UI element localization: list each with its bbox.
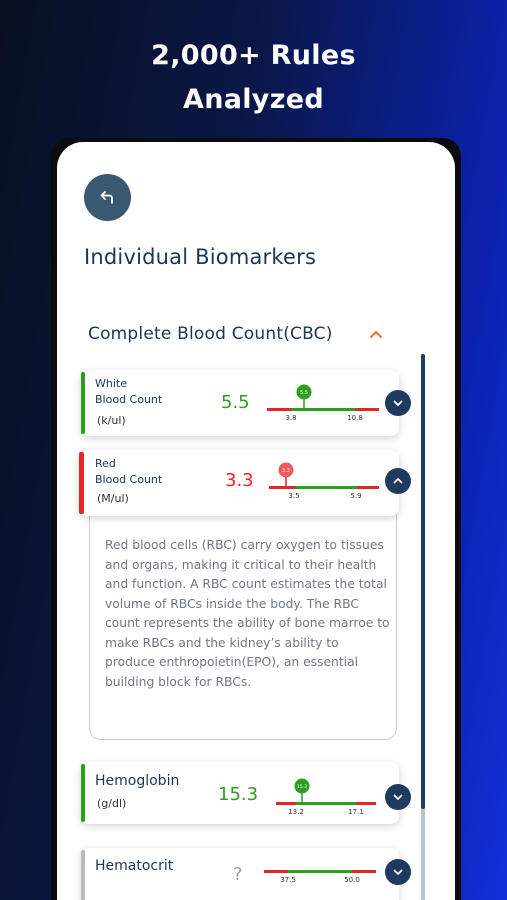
biomarker-unit: (g/dl)	[97, 797, 127, 810]
name-line2: Blood Count	[95, 473, 163, 486]
page-title: Individual Biomarkers	[84, 245, 317, 269]
biomarker-value: 3.3	[225, 470, 254, 491]
headline: 2,000+ Rules Analyzed	[0, 34, 507, 122]
chevron-down-icon	[393, 869, 403, 875]
status-accent	[79, 452, 84, 514]
section-title[interactable]: Complete Blood Count(CBC)	[88, 324, 333, 344]
range-low-label: 13.2	[288, 808, 304, 816]
biomarker-name: Red Blood Count	[95, 456, 162, 488]
biomarker-description: Red blood cells (RBC) carry oxygen to ti…	[105, 538, 390, 689]
range-bar	[267, 408, 379, 411]
value-marker-pin: 15.3	[294, 778, 310, 804]
range-high-label: 17.1	[348, 808, 364, 816]
marker-label: 15.3	[297, 784, 307, 790]
status-accent	[81, 764, 85, 822]
scrollbar-thumb[interactable]	[421, 354, 425, 809]
biomarker-value: 15.3	[218, 784, 259, 805]
biomarker-card-rbc[interactable]: Red Blood Count (M/ul) 3.3 3.3 3.5 5.9	[79, 450, 411, 516]
biomarker-name: White Blood Count	[95, 376, 162, 408]
app-screen: Individual Biomarkers Complete Blood Cou…	[57, 142, 455, 900]
back-button[interactable]	[84, 174, 131, 221]
biomarker-unit: (M/ul)	[97, 492, 129, 505]
name-line2: Blood Count	[95, 393, 163, 406]
marker-label: 3.3	[282, 468, 290, 474]
collapse-button[interactable]	[385, 468, 411, 494]
biomarker-name: Hematocrit	[95, 858, 174, 874]
biomarker-unit: (k/ul)	[97, 414, 126, 427]
range-high-label: 50.0	[344, 876, 360, 884]
chevron-up-icon	[393, 478, 403, 484]
biomarker-value: 5.5	[221, 392, 250, 413]
chevron-up-icon[interactable]	[366, 324, 386, 344]
name-line1: White	[95, 377, 127, 390]
status-accent	[81, 372, 85, 434]
value-marker-pin: 3.3	[278, 462, 294, 488]
chevron-down-icon	[393, 794, 403, 800]
biomarker-name: Hemoglobin	[95, 773, 180, 789]
expand-button[interactable]	[385, 859, 411, 885]
back-arrow-icon	[100, 190, 113, 204]
biomarker-card-hematocrit[interactable]: Hematocrit ? 37.5 50.0	[81, 848, 411, 900]
value-marker-pin: 5.5	[296, 384, 312, 410]
biomarker-card-hemoglobin[interactable]: Hemoglobin (g/dl) 15.3 15.3 13.2 17.1	[81, 762, 411, 824]
range-low-label: 37.5	[280, 876, 296, 884]
expand-button[interactable]	[385, 784, 411, 810]
unknown-value-icon: ?	[233, 864, 243, 885]
range-high-label: 5.9	[350, 492, 362, 500]
range-low-label: 3.8	[285, 414, 297, 422]
name-line1: Red	[95, 457, 116, 470]
marker-label: 5.5	[300, 390, 308, 396]
range-high-label: 10.8	[347, 414, 363, 422]
range-bar	[264, 870, 376, 873]
status-accent	[81, 850, 85, 900]
headline-line2: Analyzed	[183, 84, 324, 115]
range-bar	[276, 802, 376, 805]
expand-button[interactable]	[385, 390, 411, 416]
biomarker-card-wbc[interactable]: White Blood Count (k/ul) 5.5 5.5 3.8 10.…	[81, 370, 411, 436]
chevron-down-icon	[393, 400, 403, 406]
headline-line1: 2,000+ Rules	[151, 40, 356, 71]
range-low-label: 3.5	[288, 492, 300, 500]
